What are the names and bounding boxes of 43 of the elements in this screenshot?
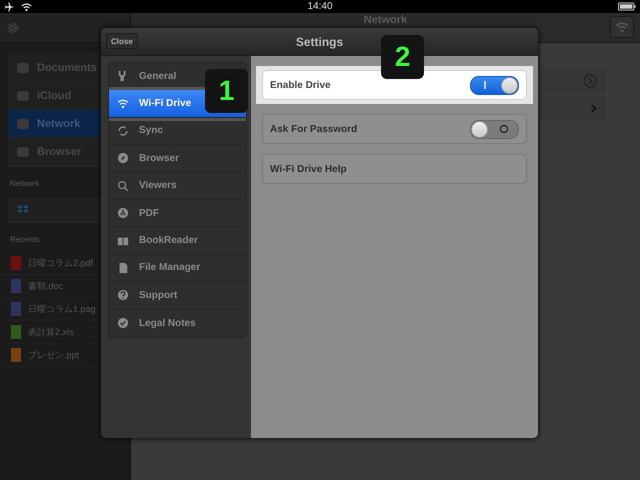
file-icon — [11, 302, 21, 316]
settings-menu-item[interactable]: BookReader — [109, 227, 246, 255]
wifi-button[interactable] — [610, 16, 634, 38]
settings-menu-item[interactable]: File Manager — [109, 254, 246, 282]
menu-icon — [117, 262, 129, 274]
box-icon — [17, 205, 29, 215]
file-icon — [11, 325, 21, 339]
off-mark-icon — [499, 124, 509, 134]
settings-menu-item[interactable]: Browser — [109, 145, 246, 173]
close-button[interactable]: Close — [106, 33, 138, 49]
settings-icon[interactable] — [6, 20, 20, 34]
menu-icon — [117, 124, 129, 137]
menu-icon — [117, 289, 129, 302]
menu-icon — [117, 152, 129, 164]
file-icon — [11, 256, 21, 270]
menu-icon — [117, 234, 129, 247]
settings-menu-item[interactable]: Viewers — [109, 172, 246, 200]
on-mark-icon — [483, 80, 487, 90]
settings-menu-item[interactable]: Support — [109, 282, 246, 310]
settings-menu-item[interactable]: PDF — [109, 200, 246, 228]
battery-icon — [618, 2, 636, 11]
dialog-title: Settings — [296, 34, 344, 48]
callout-badge: 1 — [205, 69, 248, 113]
toggle-switch[interactable] — [470, 76, 519, 94]
section-header: Recents — [10, 235, 40, 244]
menu-icon — [117, 317, 129, 330]
file-icon — [11, 348, 21, 362]
section-header: Network — [10, 179, 40, 188]
toggle-switch[interactable] — [470, 120, 519, 138]
airplane-icon — [4, 2, 15, 12]
option-label: Wi-Fi Drive Help — [270, 164, 348, 174]
menu-icon — [117, 180, 129, 192]
wifi-icon — [21, 2, 32, 12]
wifi-icon — [615, 21, 629, 33]
menu-icon — [117, 207, 129, 220]
option-label: Enable Drive — [270, 80, 332, 90]
clock-time: 14:40 — [306, 1, 334, 12]
file-icon — [11, 279, 21, 293]
settings-menu-item[interactable]: Sync — [109, 118, 246, 146]
menu-icon — [117, 98, 129, 110]
callout-badge: 2 — [381, 35, 424, 79]
chevron-icon[interactable] — [590, 104, 597, 112]
option-label: Ask For Password — [270, 124, 358, 134]
